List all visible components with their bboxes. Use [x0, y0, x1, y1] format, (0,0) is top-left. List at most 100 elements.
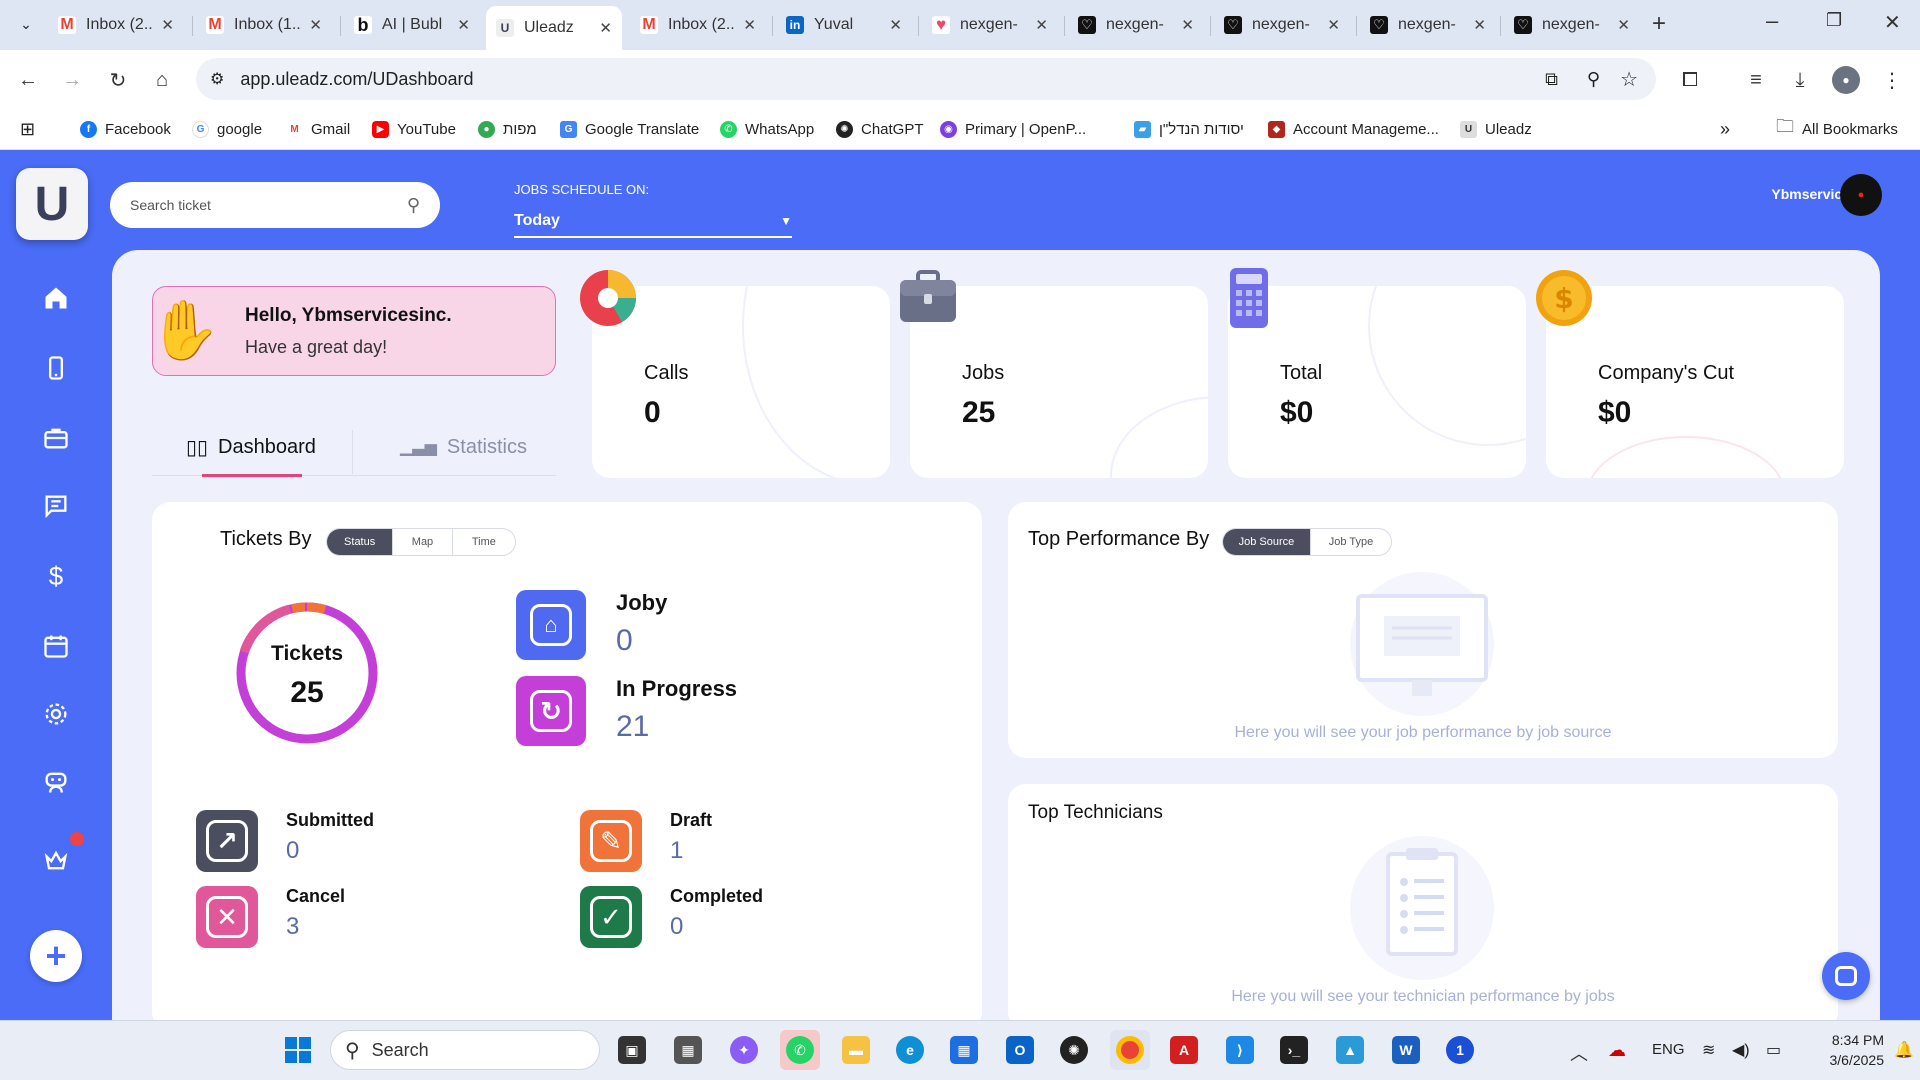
- home-nav-icon[interactable]: [36, 278, 76, 318]
- start-button[interactable]: [278, 1030, 318, 1070]
- jobs-nav-icon[interactable]: [36, 418, 76, 458]
- address-bar[interactable]: ⚙ app.uleadz.com/UDashboard ⧉ ⚲ ☆: [196, 58, 1656, 100]
- tab-nexgen-5[interactable]: ♡ nexgen- ✕: [1504, 8, 1640, 42]
- download-icon[interactable]: ⤓: [1786, 66, 1814, 94]
- status-in-progress[interactable]: ↻ In Progress 21: [516, 676, 737, 746]
- close-window-icon[interactable]: ✕: [1884, 10, 1901, 35]
- crown-nav-icon[interactable]: [36, 840, 76, 880]
- tab-dashboard[interactable]: ▯▯ Dashboard: [186, 418, 318, 476]
- minimize-icon[interactable]: –: [1766, 8, 1778, 34]
- clock-date[interactable]: 3/6/2025: [1804, 1052, 1885, 1068]
- tab-uleadz-active[interactable]: U Uleadz ✕: [486, 6, 622, 50]
- tab-nexgen-2[interactable]: ♡ nexgen- ✕: [1068, 8, 1204, 42]
- terminal-app[interactable]: ›_: [1274, 1030, 1314, 1070]
- status-cancel[interactable]: ✕ Cancel 3: [196, 886, 345, 948]
- restore-icon[interactable]: ❐: [1826, 10, 1842, 31]
- filter-map[interactable]: Map: [392, 529, 451, 555]
- close-tab-icon[interactable]: ✕: [1035, 16, 1048, 34]
- close-tab-icon[interactable]: ✕: [889, 16, 902, 34]
- close-tab-icon[interactable]: ✕: [309, 16, 322, 34]
- calendar-nav-icon[interactable]: [36, 626, 76, 666]
- search-ticket-input[interactable]: Search ticket ⚲: [110, 182, 440, 228]
- bookmark-gmail[interactable]: M Gmail: [286, 116, 350, 142]
- status-joby[interactable]: ⌂ Joby 0: [516, 590, 667, 660]
- tab-gmail-1[interactable]: M Inbox (2.. ✕: [48, 8, 184, 42]
- filter-status[interactable]: Status: [327, 529, 393, 555]
- user-avatar[interactable]: ●: [1840, 174, 1882, 216]
- open-in-app-icon[interactable]: ⧉: [1545, 69, 1558, 90]
- file-explorer-app[interactable]: ▬: [836, 1030, 876, 1070]
- chrome-app[interactable]: [1110, 1030, 1150, 1070]
- tab-gmail-2[interactable]: M Inbox (1.. ✕: [196, 8, 332, 42]
- close-tab-icon[interactable]: ✕: [1327, 16, 1340, 34]
- wifi-icon[interactable]: ≋: [1702, 1040, 1715, 1060]
- chat-support-button[interactable]: [1822, 952, 1870, 1000]
- filter-job-source[interactable]: Job Source: [1223, 529, 1310, 555]
- input-language[interactable]: ENG: [1652, 1041, 1685, 1058]
- task-view-button[interactable]: ▣: [612, 1030, 652, 1070]
- bookmark-whatsapp[interactable]: ✆ WhatsApp: [720, 116, 814, 142]
- bookmark-facebook[interactable]: f Facebook: [80, 116, 171, 142]
- onedrive-icon[interactable]: ☁: [1608, 1040, 1626, 1061]
- photos-app[interactable]: ▲: [1330, 1030, 1370, 1070]
- uleadz-logo[interactable]: U: [16, 168, 88, 240]
- bookmark-chatgpt[interactable]: ✺ ChatGPT: [836, 116, 924, 142]
- messages-nav-icon[interactable]: [36, 486, 76, 526]
- store-app[interactable]: ▦: [944, 1030, 984, 1070]
- more-bookmarks-icon[interactable]: »: [1720, 116, 1730, 142]
- forward-icon[interactable]: →: [58, 66, 86, 94]
- outlook-app[interactable]: O: [1000, 1030, 1040, 1070]
- media-icon[interactable]: ≡: [1742, 66, 1770, 94]
- status-completed[interactable]: ✓ Completed 0: [580, 886, 763, 948]
- tray-overflow-icon[interactable]: ︿: [1570, 1040, 1588, 1066]
- profile-avatar[interactable]: ●: [1832, 66, 1860, 94]
- all-bookmarks[interactable]: 🗀 All Bookmarks: [1776, 116, 1898, 142]
- schedule-select[interactable]: Today ▼: [514, 206, 792, 238]
- back-icon[interactable]: ←: [14, 66, 42, 94]
- tab-gmail-3[interactable]: M Inbox (2.. ✕: [630, 8, 766, 42]
- dollar-nav-icon[interactable]: $: [36, 556, 76, 596]
- 1password-app[interactable]: 1: [1440, 1030, 1480, 1070]
- edge-app[interactable]: e: [890, 1030, 930, 1070]
- taskbar-search[interactable]: ⚲ Search: [330, 1030, 600, 1070]
- tab-nexgen-3[interactable]: ♡ nexgen- ✕: [1214, 8, 1350, 42]
- settings-nav-icon[interactable]: [36, 694, 76, 734]
- reload-icon[interactable]: ↻: [104, 66, 132, 94]
- bot-nav-icon[interactable]: [36, 762, 76, 802]
- status-draft[interactable]: ✎ Draft 1: [580, 810, 712, 872]
- close-tab-icon[interactable]: ✕: [599, 19, 612, 37]
- filter-job-type[interactable]: Job Type: [1309, 529, 1391, 555]
- close-tab-icon[interactable]: ✕: [743, 16, 756, 34]
- copilot-app[interactable]: ✦: [724, 1030, 764, 1070]
- notifications-icon[interactable]: 🔔: [1894, 1040, 1914, 1060]
- close-tab-icon[interactable]: ✕: [161, 16, 174, 34]
- whatsapp-app[interactable]: ✆: [780, 1030, 820, 1070]
- clock-time[interactable]: 8:34 PM: [1804, 1032, 1884, 1048]
- bookmark-openphone[interactable]: ◉ Primary | OpenP...: [940, 116, 1086, 142]
- bookmark-youtube[interactable]: ▶ YouTube: [372, 116, 456, 142]
- chatgpt-app[interactable]: ✺: [1054, 1030, 1094, 1070]
- bookmark-translate[interactable]: G Google Translate: [560, 116, 699, 142]
- bookmark-uleadz[interactable]: U Uleadz: [1460, 116, 1532, 142]
- extensions-icon[interactable]: ⧠: [1676, 66, 1704, 94]
- tab-nexgen-1[interactable]: ♥ nexgen- ✕: [922, 8, 1058, 42]
- word-app[interactable]: W: [1386, 1030, 1426, 1070]
- calculator-app[interactable]: ▦: [668, 1030, 708, 1070]
- tab-nexgen-4[interactable]: ♡ nexgen- ✕: [1360, 8, 1496, 42]
- close-tab-icon[interactable]: ✕: [1617, 16, 1630, 34]
- bookmark-account-management[interactable]: ◆ Account Manageme...: [1268, 116, 1439, 142]
- bookmark-real-estate[interactable]: ▰ יסודות הנדל"ן: [1134, 116, 1244, 142]
- vscode-app[interactable]: ⟩: [1220, 1030, 1260, 1070]
- volume-icon[interactable]: ◀): [1732, 1040, 1750, 1060]
- bookmark-google[interactable]: Ggoogle: [192, 116, 262, 142]
- acrobat-app[interactable]: A: [1164, 1030, 1204, 1070]
- close-tab-icon[interactable]: ✕: [1181, 16, 1194, 34]
- bookmark-star-icon[interactable]: ☆: [1620, 67, 1638, 92]
- close-tab-icon[interactable]: ✕: [457, 16, 470, 34]
- new-tab-icon[interactable]: +: [1652, 10, 1666, 38]
- tab-statistics[interactable]: ▁▃▅ Statistics: [400, 418, 550, 476]
- tab-linkedin[interactable]: in Yuval ✕: [776, 8, 912, 42]
- filter-time[interactable]: Time: [451, 529, 515, 555]
- battery-icon[interactable]: ▭: [1766, 1040, 1781, 1060]
- home-icon[interactable]: ⌂: [148, 66, 176, 94]
